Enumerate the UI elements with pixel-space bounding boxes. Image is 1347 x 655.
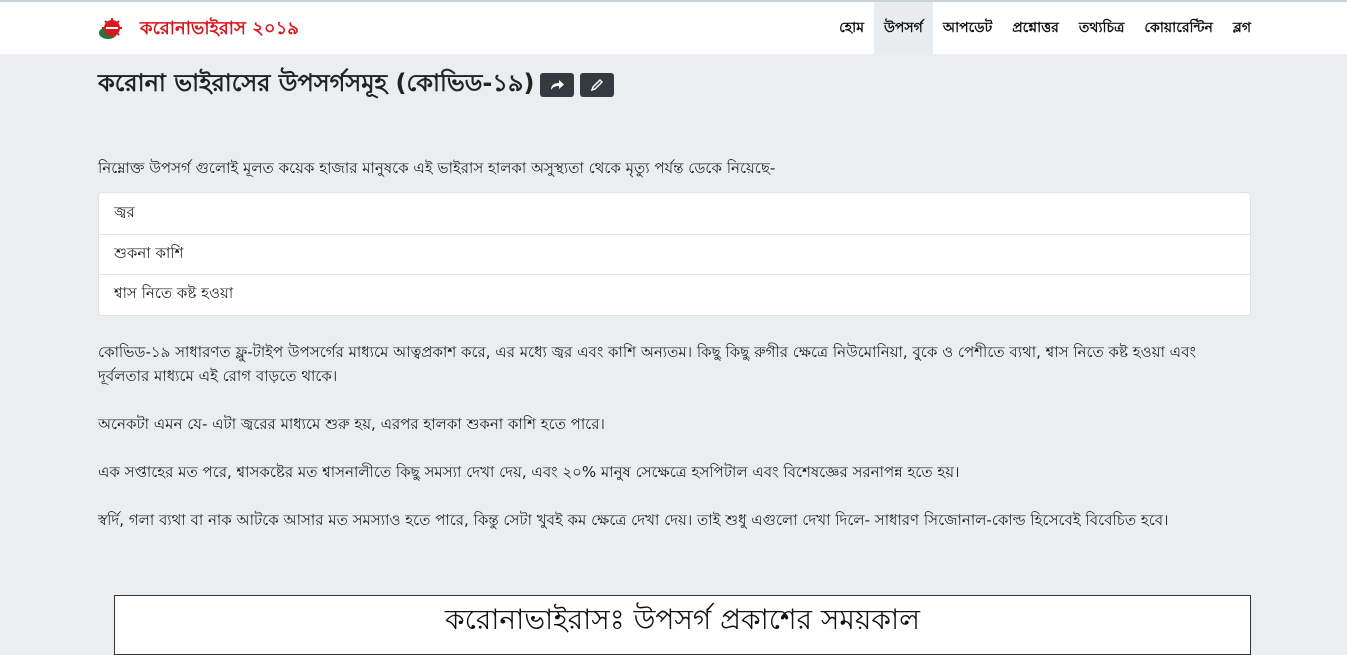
edit-button[interactable]: [580, 73, 615, 97]
timeline-title: করোনাভাইরাসঃ উপসর্গ প্রকাশের সময়কাল: [445, 603, 920, 636]
paragraph: স্বর্দি, গলা ব্যথা বা নাক আটকে আসার মত স…: [98, 510, 1169, 529]
pencil-icon: [591, 78, 604, 92]
list-item: জ্বর: [114, 202, 135, 221]
nav-item-quarantine[interactable]: কোয়ারেন্টিন: [1134, 2, 1223, 54]
nav-item-blog[interactable]: ব্লগ: [1223, 2, 1261, 54]
paragraph: কোভিড-১৯ সাধারণত ফ্লু-টাইপ উপসর্গের মাধ্…: [98, 342, 1196, 385]
nav-item-symptoms[interactable]: উপসর্গ: [873, 2, 933, 54]
share-button[interactable]: [540, 73, 575, 97]
nav-item-update[interactable]: আপডেট: [933, 2, 1002, 54]
nav-item-infographic[interactable]: তথ্যচিত্র: [1069, 2, 1134, 54]
intro-text: নিম্নোক্ত উপসর্গ গুলোই মূলত কয়েক হাজার …: [98, 159, 776, 177]
brand-name: করোনাভাইরাস ২০১৯: [140, 18, 299, 39]
navbar: করোনাভাইরাস ২০১৯ হোম উপসর্গ আপডেট প্রশ্ন…: [0, 2, 1347, 54]
nav-item-home[interactable]: হোম: [829, 2, 874, 54]
symptom-list: জ্বর শুকনা কাশি শ্বাস নিতে কষ্ট হওয়া: [98, 192, 1251, 316]
main-content: করোনা ভাইরাসের উপসর্গসমূহ (কোভিড-১৯) নিম…: [98, 54, 1251, 532]
virus-logo-icon: [98, 16, 136, 44]
nav-item-faq[interactable]: প্রশ্নোত্তর: [1002, 2, 1069, 54]
title-row: করোনা ভাইরাসের উপসর্গসমূহ (কোভিড-১৯): [98, 68, 1251, 102]
list-item: শুকনা কাশি: [99, 233, 1250, 275]
main-nav: হোম উপসর্গ আপডেট প্রশ্নোত্তর তথ্যচিত্র ক…: [829, 2, 1261, 54]
paragraph: এক সপ্তাহের মত পরে, শ্বাসকষ্টের মত শ্বাস…: [98, 462, 960, 481]
page-title: করোনা ভাইরাসের উপসর্গসমূহ (কোভিড-১৯): [98, 69, 535, 97]
brand-link[interactable]: করোনাভাইরাস ২০১৯: [98, 14, 299, 45]
list-item: শ্বাস নিতে কষ্ট হওয়া: [99, 274, 1250, 315]
timeline-infographic: করোনাভাইরাসঃ উপসর্গ প্রকাশের সময়কাল: [114, 595, 1251, 655]
share-icon: [551, 80, 565, 90]
paragraph: অনেকটা এমন যে- এটা জ্বরের মাধ্যমে শুরু হ…: [98, 414, 605, 433]
